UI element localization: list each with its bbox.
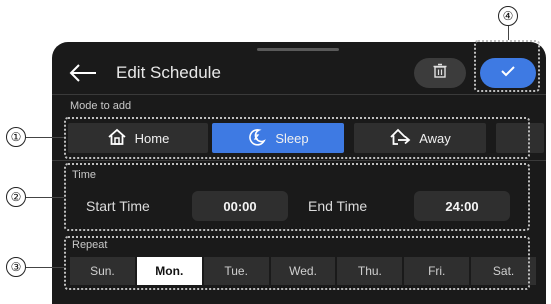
header-divider: [52, 94, 546, 95]
mode-divider: [52, 160, 546, 161]
back-arrow-icon[interactable]: [68, 60, 98, 86]
manual-figure: Edit Schedule Mode to add Home Sleep Awa…: [0, 0, 551, 304]
header-bar: Edit Schedule: [52, 56, 546, 92]
callout-leader-2: [26, 197, 64, 198]
callout-box-repeat: [64, 236, 530, 290]
callout-number-2: ②: [6, 187, 26, 207]
page-title: Edit Schedule: [116, 63, 221, 82]
callout-leader-1: [26, 137, 64, 138]
delete-button[interactable]: [414, 58, 466, 88]
callout-number-4: ④: [498, 6, 518, 26]
callout-box-time: [64, 163, 530, 231]
mode-section-label: Mode to add: [70, 100, 132, 112]
callout-box-mode: [64, 117, 530, 159]
trash-icon: [432, 63, 448, 84]
callout-box-confirm: [474, 40, 540, 92]
callout-number-1: ①: [6, 127, 26, 147]
callout-leader-3: [26, 267, 64, 268]
drag-handle: [257, 48, 339, 51]
callout-leader-4: [508, 26, 509, 40]
callout-number-3: ③: [6, 257, 26, 277]
